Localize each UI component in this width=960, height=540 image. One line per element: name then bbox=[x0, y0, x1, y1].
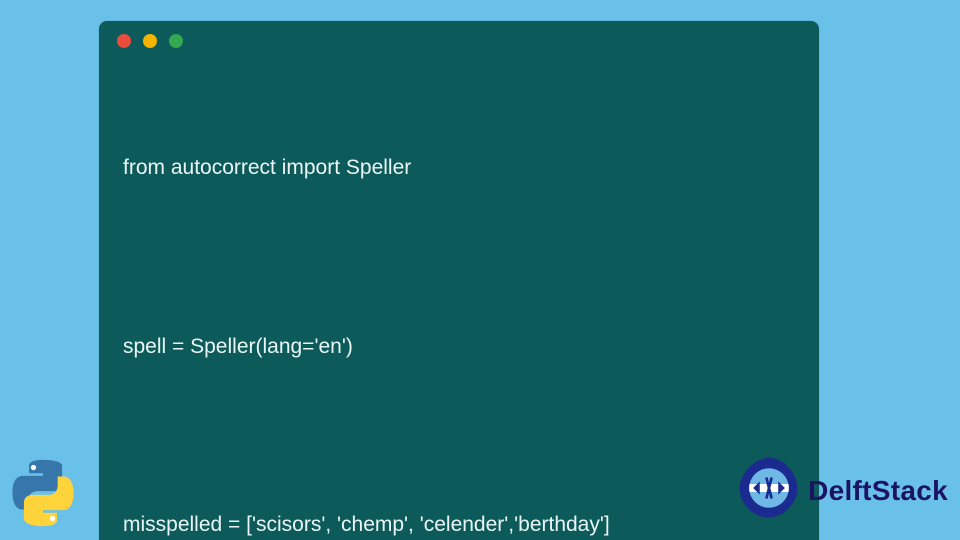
code-body: from autocorrect import Speller spell = … bbox=[99, 61, 819, 540]
code-line: from autocorrect import Speller bbox=[123, 150, 795, 186]
brand-name: DelftStack bbox=[808, 475, 948, 507]
code-line: misspelled = ['scisors', 'chemp', 'celen… bbox=[123, 507, 795, 540]
minimize-icon bbox=[143, 34, 157, 48]
close-icon bbox=[117, 34, 131, 48]
code-window: from autocorrect import Speller spell = … bbox=[99, 21, 819, 540]
maximize-icon bbox=[169, 34, 183, 48]
window-titlebar bbox=[99, 21, 819, 61]
delftstack-icon bbox=[736, 455, 802, 526]
code-line: spell = Speller(lang='en') bbox=[123, 329, 795, 365]
python-icon bbox=[8, 458, 78, 528]
delftstack-logo: DelftStack bbox=[736, 455, 948, 526]
